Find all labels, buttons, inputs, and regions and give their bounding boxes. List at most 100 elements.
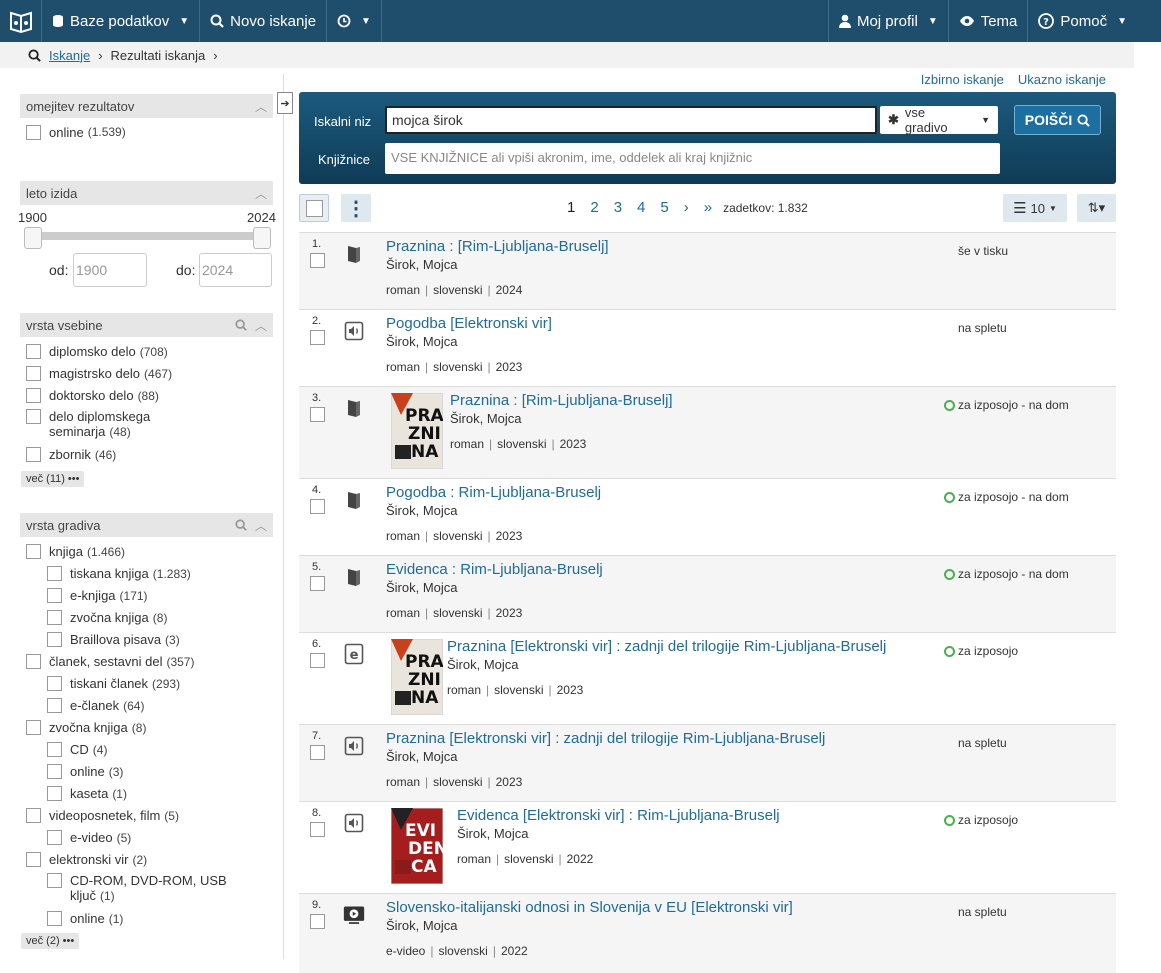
sort-menu-button[interactable]: ⇅▾ [1077, 194, 1116, 222]
checkbox[interactable] [26, 719, 41, 735]
facet-item[interactable]: e-knjiga (171) [20, 584, 273, 606]
result-title-link[interactable]: Praznina [Elektronski vir] : zadnji del … [386, 730, 825, 747]
facet-item[interactable]: e-video (5) [20, 826, 273, 848]
profile-menu[interactable]: Moj profil ▼ [827, 0, 948, 42]
checkbox[interactable] [47, 609, 62, 625]
sidebar-toggle-button[interactable]: ➔ [277, 92, 293, 114]
checkbox[interactable] [26, 365, 41, 381]
cobiss-logo-icon[interactable] [0, 0, 42, 42]
checkbox[interactable] [26, 653, 41, 669]
checkbox[interactable] [26, 446, 41, 462]
chevron-up-icon[interactable]: ︿ [255, 317, 267, 334]
facet-item[interactable]: zvočna knjiga (8) [20, 606, 273, 628]
actions-menu-button[interactable]: ⋮ [341, 194, 371, 222]
facet-more-button[interactable]: več (11) ••• [21, 471, 85, 487]
search-icon[interactable] [235, 319, 247, 331]
result-checkbox[interactable] [310, 653, 325, 668]
chevron-up-icon[interactable]: ︿ [255, 517, 267, 534]
libraries-input[interactable]: VSE KNJIŽNICE ali vpiši akronim, ime, od… [385, 143, 1000, 174]
result-title-link[interactable]: Praznina : [Rim-Ljubljana-Bruselj] [450, 392, 673, 409]
last-page-button[interactable]: » [704, 199, 712, 216]
facet-header[interactable]: leto izida ︿ [20, 181, 273, 205]
facet-item[interactable]: zvočna knjiga (8) [20, 716, 273, 738]
result-checkbox[interactable] [310, 822, 325, 837]
theme-button[interactable]: Tema [947, 0, 1028, 42]
select-all-checkbox[interactable] [299, 194, 329, 222]
checkbox[interactable] [47, 829, 62, 845]
facet-item[interactable]: zbornik (46) [20, 443, 273, 465]
help-menu[interactable]: ? Pomoč ▼ [1027, 0, 1161, 42]
checkbox[interactable] [47, 785, 62, 801]
checkbox[interactable] [26, 543, 41, 559]
facet-item[interactable]: magistrsko delo (467) [20, 362, 273, 384]
databases-menu[interactable]: Baze podatkov ▼ [42, 0, 201, 42]
year-from-input[interactable]: 1900 [73, 253, 147, 287]
facet-item[interactable]: kaseta (1) [20, 782, 273, 804]
facet-item[interactable]: CD (4) [20, 738, 273, 760]
advanced-search-link[interactable]: Ukazno iskanje [1018, 72, 1106, 87]
checkbox[interactable] [26, 343, 41, 359]
result-checkbox[interactable] [310, 576, 325, 591]
result-title-link[interactable]: Slovensko-italijanski odnosi in Slovenij… [386, 899, 793, 916]
page-1[interactable]: 1 [567, 199, 575, 216]
facet-header[interactable]: vrsta vsebine ︿ [20, 313, 273, 337]
checkbox[interactable] [47, 587, 62, 603]
result-checkbox[interactable] [310, 499, 325, 514]
book-cover-image[interactable]: EVI DEN CA [390, 807, 448, 885]
checkbox[interactable] [47, 565, 62, 581]
result-title-link[interactable]: Evidenca : Rim-Ljubljana-Bruselj [386, 561, 603, 578]
checkbox[interactable] [26, 409, 41, 424]
checkbox[interactable] [47, 763, 62, 779]
checkbox[interactable] [26, 807, 41, 823]
checkbox[interactable] [47, 741, 62, 757]
book-cover-image[interactable]: PRA ZNI NA [390, 392, 445, 470]
checkbox[interactable] [26, 124, 41, 140]
book-cover-image[interactable]: PRA ZNI NA [390, 638, 445, 716]
facet-item[interactable]: diplomsko delo (708) [20, 340, 273, 362]
checkbox[interactable] [305, 199, 323, 217]
year-slider-max-handle[interactable] [253, 227, 271, 249]
facet-item[interactable]: e-članek (64) [20, 694, 273, 716]
page-5[interactable]: 5 [660, 199, 668, 216]
checkbox[interactable] [26, 851, 41, 867]
facet-item[interactable]: Braillova pisava (3) [20, 628, 273, 650]
facet-header[interactable]: omejitev rezultatov ︿ [20, 94, 273, 118]
search-input[interactable]: mojca širok [385, 106, 877, 134]
result-title-link[interactable]: Evidenca [Elektronski vir] : Rim-Ljublja… [457, 807, 780, 824]
checkbox[interactable] [47, 873, 62, 888]
facet-item[interactable]: online (3) [20, 760, 273, 782]
checkbox[interactable] [47, 910, 62, 926]
result-checkbox[interactable] [310, 253, 325, 268]
search-icon[interactable] [235, 519, 247, 531]
page-3[interactable]: 3 [614, 199, 622, 216]
page-2[interactable]: 2 [590, 199, 598, 216]
facet-item[interactable]: videoposnetek, film (5) [20, 804, 273, 826]
year-to-input[interactable]: 2024 [199, 253, 272, 287]
facet-more-button[interactable]: več (2) ••• [21, 933, 80, 949]
facet-item[interactable]: tiskani članek (293) [20, 672, 273, 694]
history-menu[interactable]: ▼ [327, 0, 382, 42]
facet-item[interactable]: online (1) [20, 907, 273, 929]
facet-header[interactable]: vrsta gradiva ︿ [20, 513, 273, 537]
page-4[interactable]: 4 [637, 199, 645, 216]
result-checkbox[interactable] [310, 407, 325, 422]
result-title-link[interactable]: Praznina : [Rim-Ljubljana-Bruselj] [386, 238, 609, 255]
checkbox[interactable] [47, 631, 62, 647]
search-button[interactable]: POIŠČI [1014, 105, 1101, 135]
material-select[interactable]: ✱ vse gradivo ▼ [880, 105, 998, 135]
year-slider-track[interactable] [32, 232, 260, 240]
checkbox[interactable] [47, 675, 62, 691]
facet-item[interactable]: CD-ROM, DVD-ROM, USB ključ (1) [20, 870, 273, 907]
year-slider-min-handle[interactable] [24, 227, 42, 249]
result-checkbox[interactable] [310, 914, 325, 929]
breadcrumb-search-link[interactable]: Iskanje [49, 48, 90, 63]
facet-item[interactable]: doktorsko delo (88) [20, 384, 273, 406]
facet-item[interactable]: članek, sestavni del (357) [20, 650, 273, 672]
next-page-button[interactable]: › [684, 199, 689, 216]
facet-item-online[interactable]: online (1.539) [20, 121, 273, 143]
facet-item[interactable]: knjiga (1.466) [20, 540, 273, 562]
result-title-link[interactable]: Pogodba [Elektronski vir] [386, 315, 552, 332]
new-search-button[interactable]: Novo iskanje [200, 0, 328, 42]
result-title-link[interactable]: Praznina [Elektronski vir] : zadnji del … [447, 638, 886, 655]
result-checkbox[interactable] [310, 330, 325, 345]
